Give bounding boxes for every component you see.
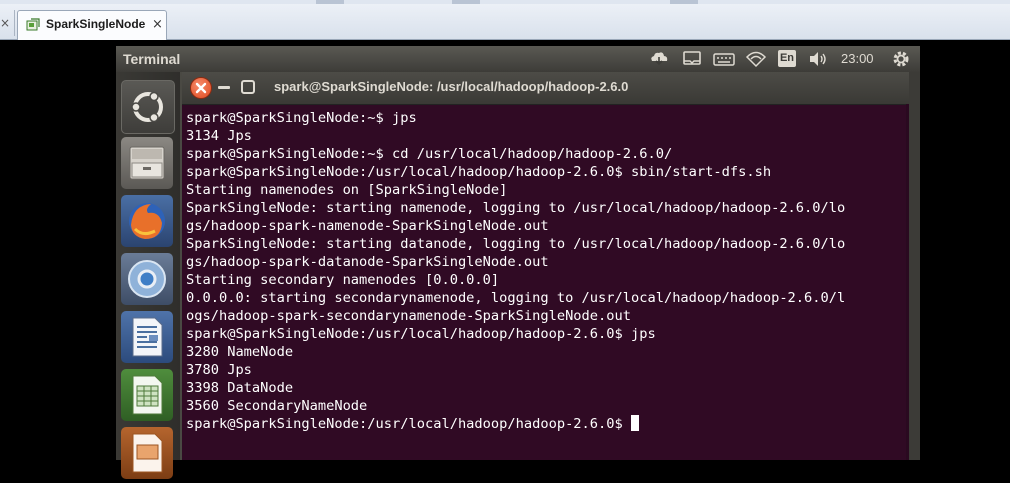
terminal-line: ogs/hadoop-spark-secondarynamenode-Spark…: [186, 308, 631, 324]
terminal-line: Starting secondary namenodes [0.0.0.0]: [186, 272, 500, 288]
terminal-prompt: spark@SparkSingleNode:/usr/local/hadoop/…: [186, 416, 623, 432]
window-close-button[interactable]: [190, 77, 212, 99]
terminal-line: 0.0.0.0: starting secondarynamenode, log…: [186, 290, 846, 306]
active-app-title: Terminal: [123, 51, 181, 67]
close-icon: [195, 82, 207, 94]
terminal-line: 3560 SecondaryNameNode: [186, 398, 368, 414]
top-panel: Terminal En 23:00: [116, 46, 920, 72]
vbox-tab-bar: × SparkSingleNode ×: [0, 0, 1010, 40]
tab-strip-top: [0, 0, 1010, 4]
terminal-line: gs/hadoop-spark-datanode-SparkSingleNode…: [186, 254, 549, 270]
writer-icon[interactable]: [121, 311, 173, 363]
ubuntu-dash-icon[interactable]: [121, 80, 175, 134]
tab-previous[interactable]: ×: [0, 10, 15, 36]
message-indicator-icon[interactable]: [682, 49, 702, 69]
gear-icon[interactable]: [891, 49, 911, 69]
terminal-line: 3398 DataNode: [186, 380, 294, 396]
terminal-line: spark@SparkSingleNode:~$ jps: [186, 110, 417, 126]
window-maximize-button[interactable]: [238, 77, 258, 97]
terminal-line: SparkSingleNode: starting datanode, logg…: [186, 236, 846, 252]
tab-label: SparkSingleNode: [46, 17, 146, 31]
terminal-line: spark@SparkSingleNode:~$ cd /usr/local/h…: [186, 146, 673, 162]
keyboard-layout-indicator[interactable]: En: [778, 50, 796, 67]
maximize-icon: [241, 80, 255, 94]
download-icon[interactable]: [648, 49, 670, 69]
unity-launcher: [116, 72, 181, 479]
firefox-icon[interactable]: [121, 195, 173, 247]
vm-screen: Terminal En 23:00 spark@SparkSingleNode:…: [116, 46, 920, 479]
minimize-icon: [218, 86, 230, 89]
terminal-output[interactable]: spark@SparkSingleNode:~$ jps 3134 Jps sp…: [186, 109, 908, 460]
terminal-line: spark@SparkSingleNode:/usr/local/hadoop/…: [186, 164, 772, 180]
terminal-window: spark@SparkSingleNode: /usr/local/hadoop…: [180, 72, 909, 460]
volume-icon[interactable]: [808, 49, 830, 69]
window-title: spark@SparkSingleNode: /usr/local/hadoop…: [274, 79, 629, 94]
toolbar-tick: [670, 0, 698, 4]
terminal-line: 3780 Jps: [186, 362, 252, 378]
terminal-line: gs/hadoop-spark-namenode-SparkSingleNode…: [186, 218, 549, 234]
terminal-line: Starting namenodes on [SparkSingleNode]: [186, 182, 508, 198]
calc-icon[interactable]: [121, 369, 173, 421]
tab-sparksinglenode[interactable]: SparkSingleNode ×: [17, 10, 167, 40]
terminal-line: spark@SparkSingleNode:/usr/local/hadoop/…: [186, 326, 656, 342]
terminal-titlebar[interactable]: spark@SparkSingleNode: /usr/local/hadoop…: [182, 72, 909, 105]
window-minimize-button[interactable]: [214, 77, 234, 97]
toolbar-tick: [452, 0, 480, 4]
vm-tab-icon: [26, 18, 40, 31]
tab-close-icon[interactable]: ×: [152, 17, 163, 32]
impress-icon[interactable]: [121, 427, 173, 479]
files-icon[interactable]: [121, 137, 173, 189]
clock[interactable]: 23:00: [841, 51, 874, 66]
network-wifi-icon[interactable]: [745, 49, 767, 69]
desktop-edge: [909, 72, 920, 460]
terminal-prompt-line[interactable]: spark@SparkSingleNode:/usr/local/hadoop/…: [186, 415, 908, 433]
terminal-line: 3134 Jps: [186, 128, 252, 144]
terminal-line: SparkSingleNode: starting namenode, logg…: [186, 200, 846, 216]
text-cursor: [630, 415, 639, 431]
toolbar-tick: [316, 0, 344, 4]
terminal-line: 3280 NameNode: [186, 344, 294, 360]
keyboard-icon[interactable]: [713, 49, 735, 69]
tab-previous-close-icon[interactable]: ×: [0, 16, 10, 30]
chromium-icon[interactable]: [121, 253, 173, 305]
